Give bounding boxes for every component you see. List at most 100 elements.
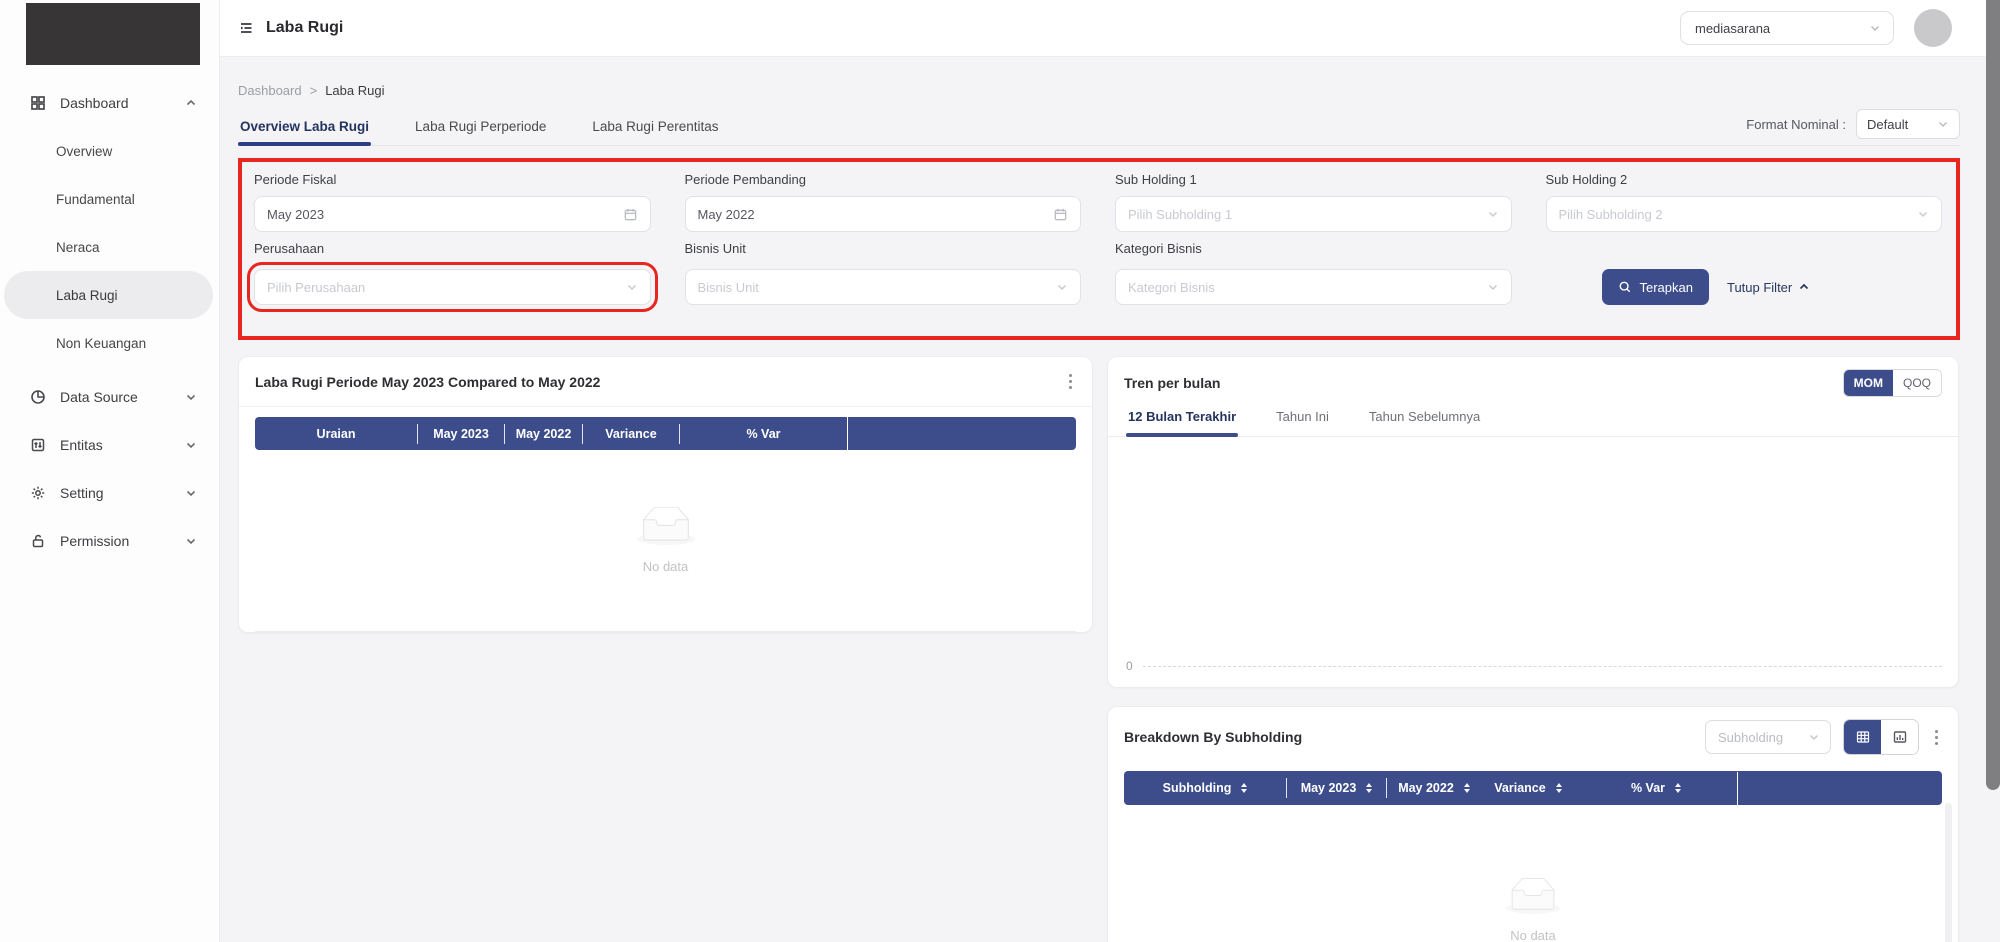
table-view-button[interactable] (1844, 720, 1881, 754)
main-content: Dashboard > Laba Rugi Overview Laba Rugi… (220, 57, 2000, 942)
bisnis-unit-select[interactable] (685, 269, 1082, 305)
chevron-down-icon (1808, 731, 1820, 743)
sidebar-item-permission[interactable]: Permission (0, 517, 219, 565)
sidebar-item-label: Non Keuangan (56, 336, 146, 351)
periode-fiskal-input[interactable] (267, 207, 623, 222)
kategori-bisnis-input[interactable] (1128, 280, 1487, 295)
sub-holding-2-select[interactable] (1546, 196, 1943, 232)
periode-pembanding-picker[interactable] (685, 196, 1082, 232)
tab-overview-laba-rugi[interactable]: Overview Laba Rugi (238, 119, 371, 145)
sidebar-item-fundamental[interactable]: Fundamental (4, 175, 213, 223)
annotation-filter-box: Periode Fiskal Periode Pembanding (238, 158, 1960, 340)
field-label: Kategori Bisnis (1115, 241, 1512, 256)
user-avatar[interactable] (1914, 9, 1952, 47)
format-nominal-label: Format Nominal : (1746, 117, 1846, 132)
sidebar-item-label: Overview (56, 144, 112, 159)
column-header[interactable]: Uraian (255, 427, 417, 441)
sidebar-item-dashboard[interactable]: Dashboard (0, 79, 219, 127)
chart-view-button[interactable] (1881, 720, 1918, 754)
chevron-down-icon (1056, 281, 1068, 293)
sort-carets-icon (1675, 783, 1681, 793)
column-header[interactable]: May 2023 (418, 427, 504, 441)
entity-icon (30, 437, 46, 453)
kebab-menu-icon[interactable] (1931, 726, 1942, 749)
breakdown-table-header: Subholding May 2023 May 2022 (1124, 771, 1942, 805)
sub-holding-2-input[interactable] (1559, 207, 1918, 222)
kategori-bisnis-select[interactable] (1115, 269, 1512, 305)
chevron-up-icon (185, 97, 197, 109)
search-icon (1618, 280, 1632, 294)
trend-card: Tren per bulan MOM QOQ 12 Bulan Terakhir… (1107, 356, 1959, 688)
chevron-down-icon (1487, 281, 1499, 293)
apply-filter-label: Terapkan (1640, 280, 1693, 295)
sidebar-item-non-keuangan[interactable]: Non Keuangan (4, 319, 213, 367)
sidebar-item-overview[interactable]: Overview (4, 127, 213, 175)
tab-12-bulan-terakhir[interactable]: 12 Bulan Terakhir (1126, 403, 1238, 436)
perusahaan-input[interactable] (267, 280, 626, 295)
column-header-sortable[interactable]: May 2023 (1287, 781, 1386, 795)
kebab-menu-icon[interactable] (1065, 370, 1076, 393)
field-label: Periode Pembanding (685, 172, 1082, 187)
trend-card-title: Tren per bulan (1124, 375, 1220, 391)
periode-pembanding-input[interactable] (698, 207, 1054, 222)
column-header-sortable[interactable]: % Var (1575, 781, 1737, 795)
sidebar-item-label: Laba Rugi (56, 288, 118, 303)
bisnis-unit-input[interactable] (698, 280, 1057, 295)
field-label: Periode Fiskal (254, 172, 651, 187)
tab-tahun-ini[interactable]: Tahun Ini (1274, 403, 1331, 436)
card-scrollbar[interactable] (1945, 803, 1952, 942)
chevron-down-icon (1937, 118, 1949, 130)
column-header-sortable[interactable]: Subholding (1124, 781, 1286, 795)
comparison-table: Uraian May 2023 May 2022 Variance % Var (239, 407, 1092, 632)
tabs-row: Overview Laba Rugi Laba Rugi Perperiode … (238, 116, 1960, 146)
page-title: Laba Rugi (266, 19, 343, 37)
sidebar-item-setting[interactable]: Setting (0, 469, 219, 517)
sub-holding-1-select[interactable] (1115, 196, 1512, 232)
chevron-down-icon (185, 439, 197, 451)
chevron-down-icon (1487, 208, 1499, 220)
sidebar-item-label: Permission (60, 533, 185, 549)
perusahaan-select[interactable] (254, 269, 651, 305)
breakdown-empty-state: No data (1124, 805, 1942, 942)
sidebar-item-neraca[interactable]: Neraca (4, 223, 213, 271)
column-header[interactable]: May 2022 (505, 427, 582, 441)
sort-carets-icon (1556, 783, 1562, 793)
field-periode-pembanding: Periode Pembanding (685, 172, 1082, 232)
view-toggle (1843, 719, 1919, 755)
sub-holding-1-input[interactable] (1128, 207, 1487, 222)
close-filter-label: Tutup Filter (1727, 280, 1792, 295)
comparison-card-head: Laba Rugi Periode May 2023 Compared to M… (239, 357, 1092, 407)
sidebar-item-data-source[interactable]: Data Source (0, 373, 219, 421)
column-header[interactable]: % Var (680, 427, 847, 441)
sort-carets-icon (1241, 783, 1247, 793)
breadcrumb-root[interactable]: Dashboard (238, 83, 302, 98)
pie-chart-icon (30, 389, 46, 405)
menu-fold-icon[interactable] (238, 20, 254, 36)
comparison-card-title: Laba Rugi Periode May 2023 Compared to M… (255, 374, 600, 390)
comparison-table-header: Uraian May 2023 May 2022 Variance % Var (255, 417, 1076, 450)
dashboard-submenu: Overview Fundamental Neraca Laba Rugi No… (0, 127, 219, 367)
apply-filter-button[interactable]: Terapkan (1602, 269, 1709, 305)
no-data-text: No data (1510, 928, 1556, 942)
tab-laba-rugi-perentitas[interactable]: Laba Rugi Perentitas (590, 119, 720, 145)
column-header-sortable[interactable]: Variance (1481, 781, 1575, 795)
breadcrumb-current: Laba Rugi (325, 83, 384, 98)
tenant-select[interactable]: mediasarana (1680, 11, 1894, 45)
column-label: Variance (1494, 781, 1545, 795)
breakdown-card: Breakdown By Subholding Subholding (1107, 706, 1959, 942)
close-filter-link[interactable]: Tutup Filter (1727, 280, 1810, 295)
periode-fiskal-picker[interactable] (254, 196, 651, 232)
empty-inbox-icon (1504, 878, 1562, 916)
tab-tahun-sebelumnya[interactable]: Tahun Sebelumnya (1367, 403, 1482, 436)
sidebar-item-entitas[interactable]: Entitas (0, 421, 219, 469)
page-scrollbar[interactable] (1986, 0, 2000, 790)
column-header-sortable[interactable]: May 2022 (1387, 781, 1481, 795)
breakdown-group-select[interactable]: Subholding (1705, 720, 1831, 754)
format-nominal-select[interactable]: Default (1856, 109, 1960, 139)
tab-laba-rugi-perperiode[interactable]: Laba Rugi Perperiode (413, 119, 548, 145)
toggle-mom[interactable]: MOM (1844, 370, 1893, 396)
column-header[interactable]: Variance (583, 427, 679, 441)
bar-chart-icon (1892, 729, 1908, 745)
sidebar-item-laba-rugi[interactable]: Laba Rugi (4, 271, 213, 319)
toggle-qoq[interactable]: QOQ (1893, 370, 1941, 396)
